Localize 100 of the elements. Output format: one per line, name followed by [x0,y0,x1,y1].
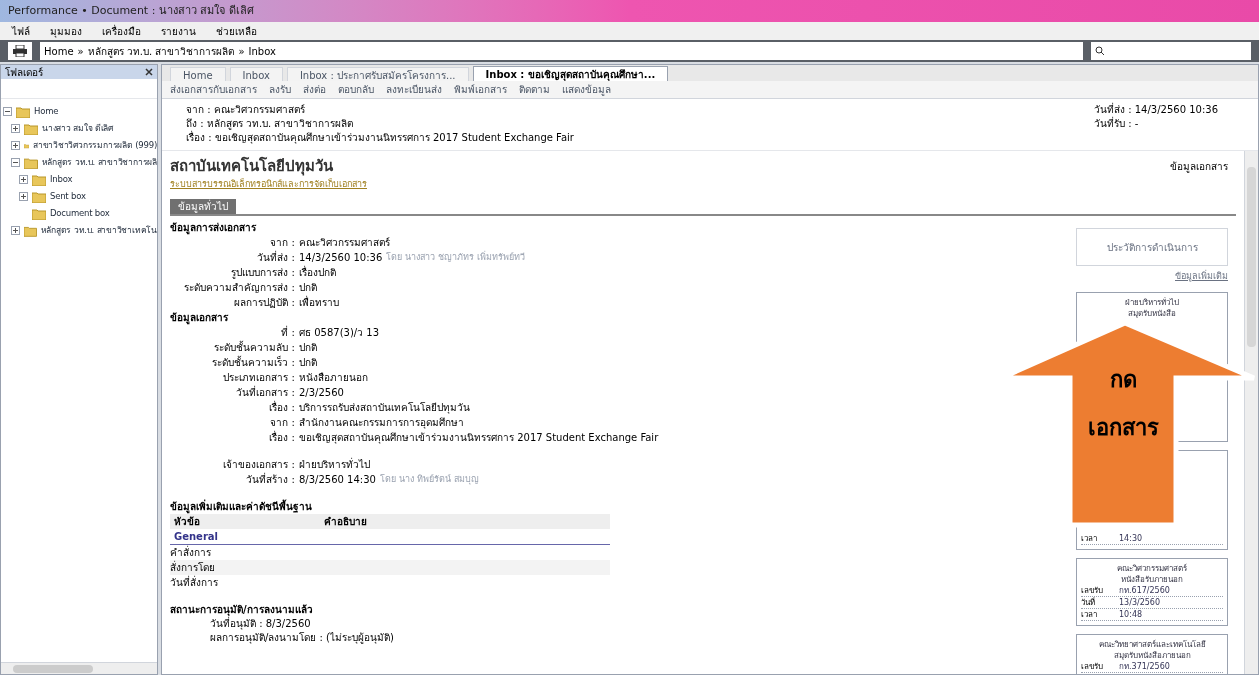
path-segment[interactable]: หลักสูตร วท.บ. สาขาวิชาการผลิต [87,43,235,59]
field-value: สำนักงานคณะกรรมการการอุดมศึกษา [299,416,464,430]
printer-icon[interactable] [8,42,32,60]
toolbar-button[interactable]: ติดตาม [519,82,550,97]
document-tab[interactable]: Inbox : ขอเชิญสุดสถาบันคุณศึกษา... [472,66,669,81]
stamp-value: กท.617/2560 [1119,584,1170,596]
stamp-heading: สมุดรับหนังสือ [1127,307,1177,319]
menu-item[interactable]: มุมมอง [50,23,82,39]
info-tab[interactable]: ข้อมูลทั่วไป [170,199,236,214]
stamp-value: กท.371/2560 [1119,660,1170,672]
toolbar-button[interactable]: ส่งเอกสารกับเอกสาร [170,82,257,97]
field-value: เพื่อทราบ [299,295,339,310]
toolbar-button[interactable]: ลงรับ [269,82,291,97]
annotation-text: กด [1109,366,1137,394]
folder-item[interactable]: Home [34,105,59,118]
expand-icon[interactable] [11,124,20,133]
field-note: โดย นาง ทิพย์รัตน์ สมบุญ [379,473,479,487]
stamp-heading: ฝ่ายบริหารทั่วไป [1124,296,1180,308]
toolbar-button[interactable]: แสดงข้อมูล [562,82,611,97]
field-note: โดย นางสาว ชญาภัทร เพิ่มทรัพย์ทวี [386,250,525,264]
field-label: เรื่อง : [268,430,295,445]
folder-item[interactable]: Document box [50,207,110,220]
toolbar-button[interactable]: ลงทะเบียนส่ง [386,82,442,97]
path-separator: » [77,44,84,59]
field-label: รูปแบบการส่ง : [230,266,295,280]
header-line: ถึง : หลักสูตร วท.บ. สาขาวิชาการผลิต [186,117,355,130]
table-cell-text: คำสั่งการ [170,545,212,560]
stamp-value: 14:30 [1119,532,1143,544]
field-value: หนังสือภายนอก [299,371,368,385]
field-value: คณะวิศวกรรมศาสตร์ [299,236,390,250]
field-label: ระดับชั้นความลับ : [213,340,295,355]
document-title: สถาบันเทคโนโลยีปทุมวัน [170,156,334,178]
field-value: เรื่องปกติ [299,265,336,280]
stamp-label: เลขรับ [1081,660,1104,672]
expand-icon[interactable] [19,175,28,184]
expand-icon[interactable] [11,226,20,235]
field-value: ขอเชิญสุดสถาบันคุณศึกษาเข้าร่วมงานนิทรรศการ 2017 Student Exchange Fair [299,431,659,445]
stamp-heading: หนังสือรับภายนอก [1120,573,1184,585]
menu-item[interactable]: ช่วยเหลือ [216,23,257,39]
history-button[interactable]: ประวัติการดำเนินการ [1076,228,1228,266]
field-value: ปกติ [299,281,317,295]
folder-item[interactable]: Inbox [50,173,73,186]
window-title: Performance • Document : นางสาว สมใจ ดีเลิศ [8,2,254,19]
folder-icon [16,105,30,118]
search-icon[interactable] [1095,46,1105,56]
stamp-label: เลขรับ [1081,584,1104,596]
expand-icon[interactable] [11,141,20,150]
path-segment[interactable]: Inbox [248,43,276,59]
stamp-heading: คณะวิศวกรรมศาสตร์ [1116,562,1188,574]
close-icon[interactable] [145,68,153,76]
field-value: ปกติ [299,356,317,370]
field-label: วันที่สร้าง : [245,472,295,487]
field-value: ปกติ [299,341,317,355]
toolbar-button[interactable]: ส่งต่อ [303,82,326,97]
table-cell-text: วันที่สั่งการ [170,575,219,590]
stamp-label: เวลา [1081,608,1098,620]
vertical-scrollbar[interactable] [1244,151,1258,674]
menu-item[interactable]: เครื่องมือ [102,23,141,39]
folder-item[interactable]: หลักสูตร วท.บ. สาขาวิชาเทคโน [40,224,157,237]
stamp-heading: คณะวิทยาศาสตร์และเทคโนโลยี [1097,638,1207,650]
section-heading: ข้อมูลเอกสาร [170,311,229,325]
expand-icon[interactable] [19,192,28,201]
toolbar-button[interactable]: พิมพ์เอกสาร [454,82,507,97]
more-info-link[interactable]: ข้อมูลเพิ่มเติม [1076,270,1228,284]
field-label: ระดับความสำคัญการส่ง : [183,281,295,295]
folder-item[interactable]: นางสาว สมใจ ดีเลิศ [42,122,113,135]
folder-item[interactable]: สาขาวิชาวิศวกรรมการผลิต (999) [32,139,157,152]
field-value: วันที่อนุมัติ : 8/3/2560 [170,617,1076,631]
folder-item[interactable]: Sent box [50,190,86,203]
section-heading: ข้อมูลการส่งเอกสาร [170,221,257,235]
document-tab[interactable]: Home [170,67,226,81]
menu-item[interactable]: ไฟล์ [12,23,30,39]
path-separator: » [238,44,245,59]
header-date: วันที่รับ : - [1094,117,1140,131]
column-header: คำอธิบาย [323,515,368,529]
horizontal-scrollbar[interactable] [1,662,157,674]
field-value: บริการรถรับส่งสถาบันเทคโนโลยีปทุมวัน [299,401,470,415]
field-value: ผลการอนุมัติ/ลงนามโดย : (ไม่ระบุผู้อนุมัติ) [209,631,395,645]
field-label: ที่ : [280,325,295,340]
column-header: หัวข้อ [173,515,201,529]
stamp-heading: สมุดรับหนังสือภายนอก [1112,649,1192,661]
panel-title: โฟลเดอร์ [5,65,43,80]
field-label: เจ้าของเอกสาร : [222,458,295,472]
folder-icon [32,190,46,203]
field-label: จาก : [269,236,295,250]
address-field[interactable]: Home » หลักสูตร วท.บ. สาขาวิชาการผลิต » Inbox [40,42,1083,60]
collapse-icon[interactable] [3,107,12,116]
folder-item[interactable]: หลักสูตร วท.บ. สาขาวิชาการผลิ [41,156,157,169]
toolbar-button[interactable]: ตอบกลับ [338,82,374,97]
subtitle-link[interactable]: ระบบสารบรรณอิเล็กทรอนิกส์และการจัดเก็บเอกสาร [170,177,367,191]
field-label: ระดับชั้นความเร็ว : [211,355,295,370]
document-tab[interactable]: Inbox : ประกาศรับสมัครโครงการ... [286,67,469,81]
document-tab[interactable]: Inbox [229,67,283,81]
collapse-icon[interactable] [11,158,20,167]
field-label: ประเภทเอกสาร : [222,371,295,385]
field-label: วันที่เอกสาร : [235,385,295,400]
annotation-text: เอกสาร [1087,414,1159,442]
path-segment[interactable]: Home [44,43,74,59]
menu-item[interactable]: รายงาน [161,23,196,39]
search-field[interactable] [1091,42,1251,60]
